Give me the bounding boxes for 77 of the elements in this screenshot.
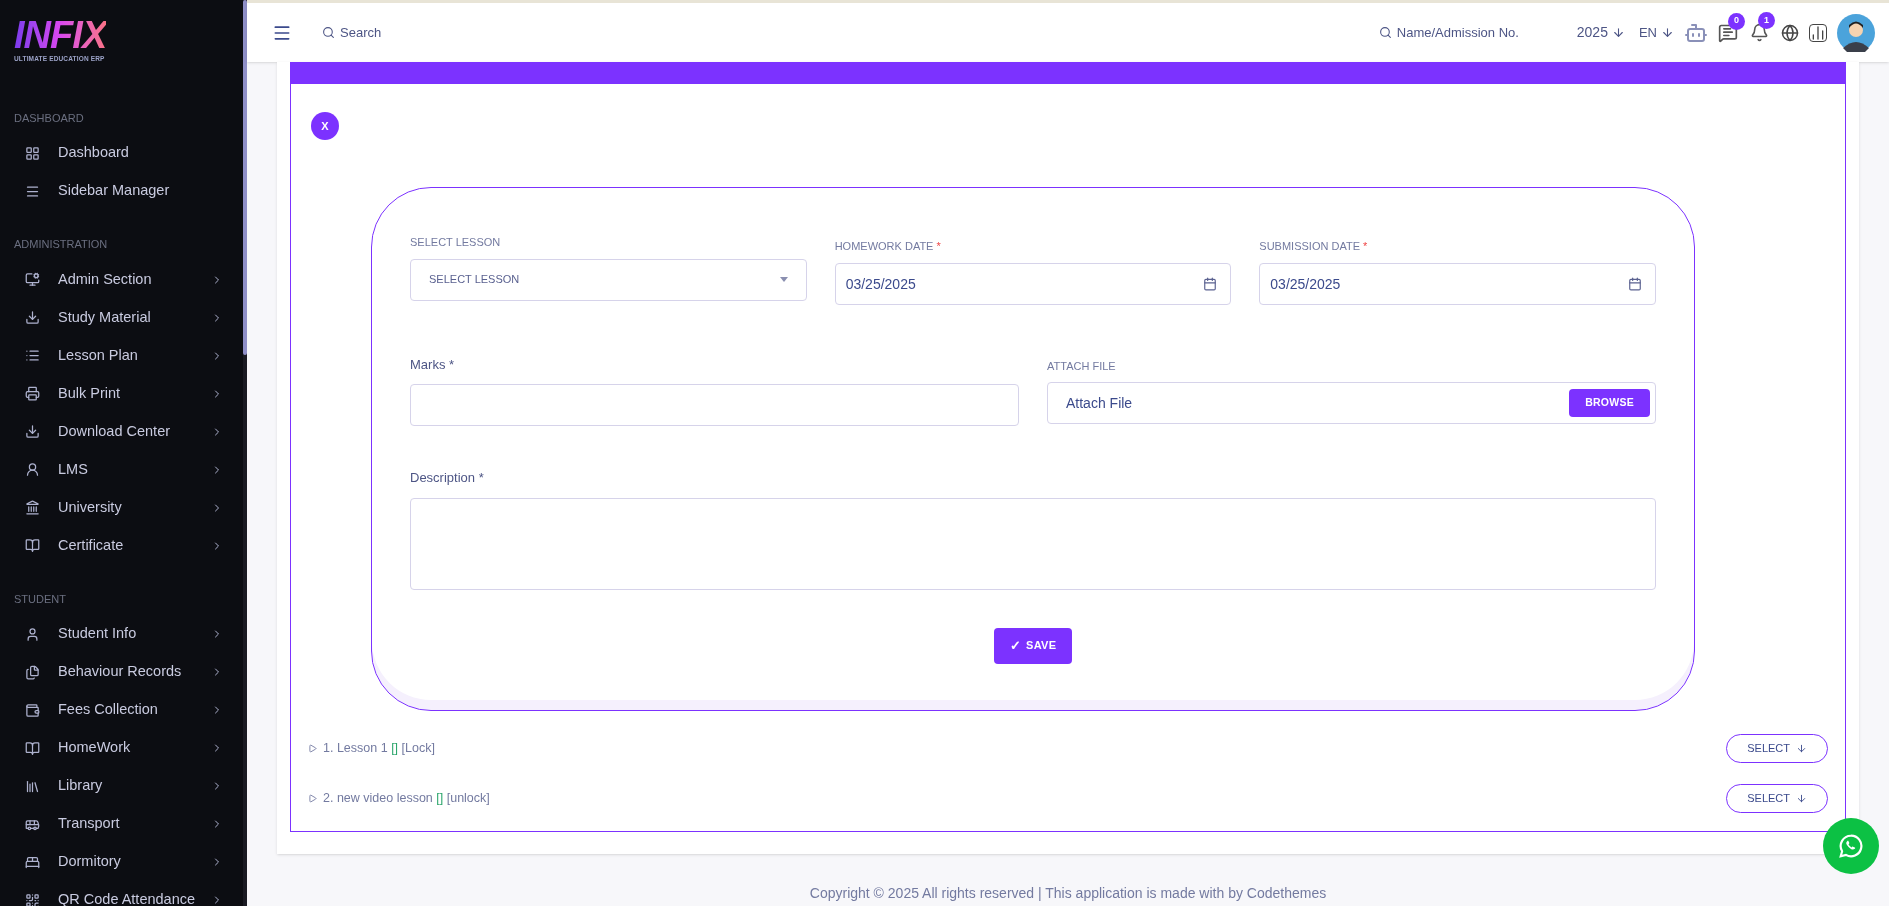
sidebar-item[interactable]: Fees Collection bbox=[0, 691, 243, 730]
chat-icon[interactable] bbox=[1718, 22, 1738, 43]
arrow-down-icon bbox=[1611, 26, 1625, 39]
sidebar-item[interactable]: University bbox=[0, 488, 243, 527]
year-dropdown[interactable]: 2025 bbox=[1576, 22, 1625, 43]
sidebar-item[interactable]: Lesson Plan bbox=[0, 336, 243, 375]
search-icon bbox=[1378, 26, 1392, 39]
sidebar-item[interactable]: Student Info bbox=[0, 615, 243, 654]
field-label: SUBMISSION DATE * bbox=[1259, 239, 1369, 254]
calendar-icon[interactable] bbox=[1203, 276, 1218, 291]
whatsapp-icon bbox=[1838, 833, 1864, 859]
field-label: SELECT LESSON bbox=[410, 235, 502, 250]
book-icon bbox=[25, 740, 40, 756]
book-icon bbox=[25, 538, 40, 554]
browse-button[interactable]: BROWSE bbox=[1569, 389, 1650, 417]
bank-icon bbox=[25, 500, 40, 516]
sidebar-item[interactable]: Certificate bbox=[0, 526, 243, 565]
bed-icon bbox=[25, 854, 40, 870]
sidebar-item[interactable]: HomeWork bbox=[0, 729, 243, 768]
sidebar-item[interactable]: Sidebar Manager bbox=[0, 172, 243, 211]
sidebar-item[interactable]: Download Center bbox=[0, 412, 243, 451]
lesson-title[interactable]: 1. Lesson 1 [] [Lock] bbox=[323, 739, 1727, 758]
qr-code-icon bbox=[25, 892, 40, 906]
download-icon bbox=[25, 310, 40, 326]
library-icon bbox=[25, 778, 40, 794]
close-button[interactable]: X bbox=[311, 112, 339, 140]
sidebar-item[interactable]: Behaviour Records bbox=[0, 653, 243, 692]
printer-icon bbox=[25, 386, 40, 402]
footer-text: Copyright © 2025 All rights reserved | This application is made with by Codethemes bbox=[809, 884, 1327, 903]
sidebar-item[interactable]: Library bbox=[0, 767, 243, 806]
student-search-field[interactable]: Name/Admission No. bbox=[1396, 22, 1527, 43]
date-field[interactable]: 03/25/2025 bbox=[834, 262, 1232, 305]
arrow-down-icon bbox=[1796, 743, 1807, 754]
calendar-icon[interactable] bbox=[1628, 276, 1642, 291]
notification-count-badge: 1 bbox=[1758, 12, 1775, 29]
sidebar-item[interactable]: Bulk Print bbox=[0, 374, 243, 413]
menu-icon bbox=[25, 183, 40, 199]
download-icon bbox=[25, 424, 40, 440]
list-icon bbox=[25, 348, 40, 364]
person-icon bbox=[25, 462, 40, 478]
search-field[interactable]: Search bbox=[340, 22, 460, 43]
chart-icon[interactable] bbox=[1809, 23, 1827, 42]
scrollbar-thumb[interactable] bbox=[243, 0, 247, 355]
sidebar-item[interactable]: Study Material bbox=[0, 298, 243, 337]
grid-icon bbox=[25, 145, 40, 161]
search-icon bbox=[322, 26, 335, 39]
section-heading: ADMINISTRATION bbox=[13, 237, 109, 253]
field-label: Marks * bbox=[410, 355, 456, 374]
play-icon[interactable] bbox=[308, 744, 317, 753]
sidebar-item[interactable]: Admin Section bbox=[0, 260, 243, 299]
sidebar-item[interactable]: Transport bbox=[0, 805, 243, 844]
wallet-icon bbox=[25, 702, 40, 718]
avatar[interactable] bbox=[1837, 13, 1875, 52]
field-label: ATTACH FILE bbox=[1047, 358, 1117, 374]
arrow-down-icon bbox=[1661, 26, 1674, 39]
globe-icon[interactable] bbox=[1781, 23, 1799, 42]
section-heading: DASHBOARD bbox=[13, 110, 85, 126]
sidebar-item[interactable]: Dashboard bbox=[0, 134, 243, 173]
date-field[interactable]: 03/25/2025 bbox=[1259, 262, 1656, 305]
bell-icon[interactable] bbox=[1750, 23, 1769, 42]
marks-input[interactable] bbox=[410, 384, 1019, 426]
files-icon bbox=[25, 664, 40, 680]
section-heading: STUDENT bbox=[13, 591, 67, 607]
field-label: Description * bbox=[410, 469, 485, 487]
lesson-select[interactable]: SELECT LESSON bbox=[410, 258, 807, 301]
field-label: HOMEWORK DATE * bbox=[834, 239, 942, 254]
message-count-badge: 0 bbox=[1728, 12, 1745, 30]
monitor-icon bbox=[25, 272, 40, 288]
arrow-down-icon bbox=[1796, 793, 1807, 804]
save-button[interactable]: ✓ SAVE bbox=[993, 627, 1073, 664]
play-icon[interactable] bbox=[308, 794, 317, 803]
language-dropdown[interactable]: EN bbox=[1638, 22, 1674, 43]
sidebar-item[interactable]: Dormitory bbox=[0, 843, 243, 882]
user-icon bbox=[25, 626, 40, 642]
lesson-title[interactable]: 2. new video lesson [] [unlock] bbox=[323, 789, 1727, 808]
caret-icon bbox=[779, 277, 788, 282]
sidebar-item[interactable]: LMS bbox=[0, 450, 243, 489]
